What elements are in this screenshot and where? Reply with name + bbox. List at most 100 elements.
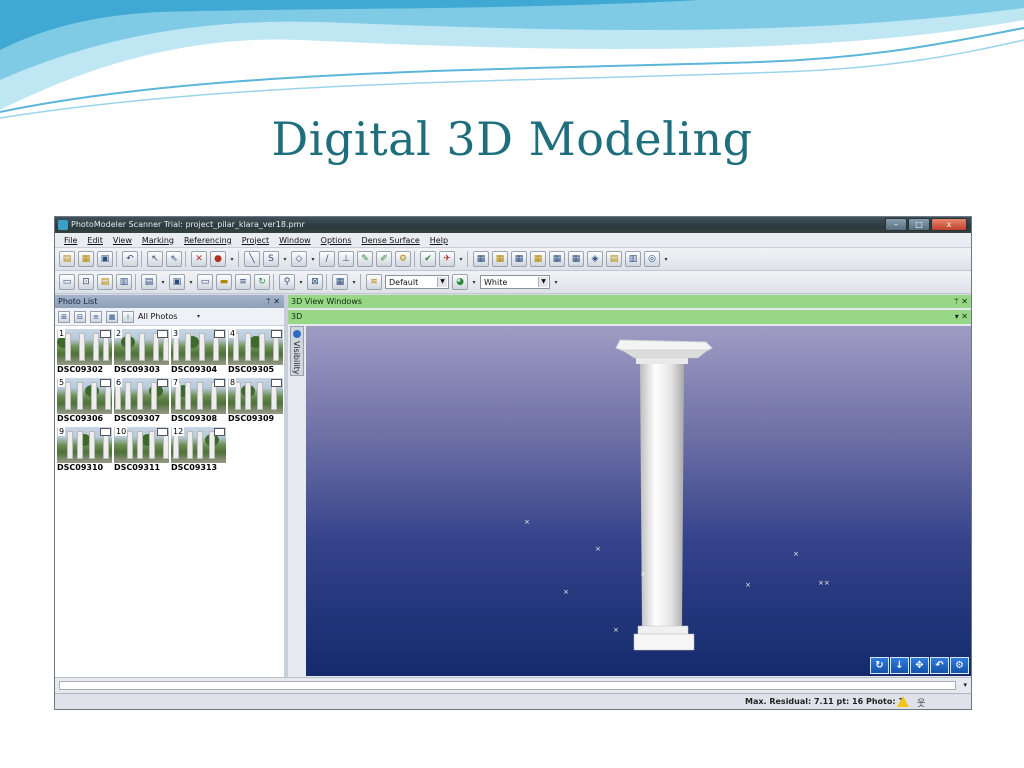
photo-filter-icon[interactable]: ⁞ bbox=[122, 310, 134, 323]
properties-icon[interactable]: ▥ bbox=[116, 274, 132, 290]
menu-view[interactable]: View bbox=[113, 236, 132, 245]
photo-thumbnail[interactable]: 2 DSC09303 bbox=[114, 329, 169, 375]
table-photos-icon[interactable]: ▦ bbox=[511, 251, 527, 267]
new-window-icon[interactable]: ▣ bbox=[169, 274, 185, 290]
menu-window[interactable]: Window bbox=[279, 236, 311, 245]
photo-add-icon[interactable]: ⊞ bbox=[58, 310, 70, 323]
camera-settings-icon[interactable]: ◎ bbox=[644, 251, 660, 267]
new-window-dropdown-icon[interactable]: ▾ bbox=[188, 279, 194, 286]
curve-mode-dropdown-icon[interactable]: ▾ bbox=[282, 256, 288, 263]
open-3d-view-dropdown-icon[interactable]: ▾ bbox=[160, 279, 166, 286]
new-project-icon[interactable]: ▤ bbox=[59, 251, 75, 267]
table-lines-icon[interactable]: ▦ bbox=[492, 251, 508, 267]
menu-marking[interactable]: Marking bbox=[142, 236, 174, 245]
pin-close-icon[interactable]: ᛘ ✕ bbox=[954, 295, 968, 308]
menu-edit[interactable]: Edit bbox=[87, 236, 103, 245]
preset-select[interactable]: Default ▼ bbox=[385, 275, 449, 289]
zoom-photo-icon[interactable]: ⊡ bbox=[78, 274, 94, 290]
reference-icon[interactable]: ✎ bbox=[357, 251, 373, 267]
rotate-icon[interactable]: ↻ bbox=[870, 657, 889, 674]
chevron-down-icon[interactable]: ▾ bbox=[963, 681, 967, 689]
background-color-dropdown-icon[interactable]: ▾ bbox=[471, 279, 477, 286]
chevron-down-icon[interactable]: ▾ bbox=[195, 313, 201, 320]
3d-view-tab[interactable]: 3D ▾ ✕ bbox=[288, 310, 971, 324]
photo-list-icon[interactable]: ≡ bbox=[90, 310, 102, 323]
photo-thumbnail[interactable]: 6 DSC09307 bbox=[114, 378, 169, 424]
camera-settings-dropdown-icon[interactable]: ▾ bbox=[663, 256, 669, 263]
run-icon[interactable]: ✈ bbox=[439, 251, 455, 267]
verify-icon[interactable]: ✔ bbox=[420, 251, 436, 267]
menu-options[interactable]: Options bbox=[321, 236, 352, 245]
photo-view-icon[interactable]: ▭ bbox=[59, 274, 75, 290]
photo-thumbnail[interactable]: 1 DSC09302 bbox=[57, 329, 112, 375]
move-down-icon[interactable]: ↓ bbox=[890, 657, 909, 674]
menu-help[interactable]: Help bbox=[430, 236, 448, 245]
edge-mode-icon[interactable]: ∕ bbox=[319, 251, 335, 267]
table-cameras-icon[interactable]: ▦ bbox=[530, 251, 546, 267]
photo-thumbnail[interactable]: 3 DSC09304 bbox=[171, 329, 226, 375]
process-icon[interactable]: ⚙ bbox=[395, 251, 411, 267]
curve-mode-icon[interactable]: S bbox=[263, 251, 279, 267]
table-shapes-icon[interactable]: ◈ bbox=[587, 251, 603, 267]
auto-reference-icon[interactable]: ✐ bbox=[376, 251, 392, 267]
photo-table-icon[interactable]: ▤ bbox=[97, 274, 113, 290]
select-tool-icon[interactable]: ↖ bbox=[147, 251, 163, 267]
menu-project[interactable]: Project bbox=[242, 236, 269, 245]
open-3d-view-icon[interactable]: ▤ bbox=[141, 274, 157, 290]
minimize-button[interactable]: – bbox=[885, 218, 907, 231]
point-mode-icon[interactable]: ● bbox=[210, 251, 226, 267]
photo-thumbnail[interactable]: 12 DSC09313 bbox=[171, 427, 226, 473]
menu-dense-surface[interactable]: Dense Surface bbox=[362, 236, 420, 245]
line-mode-icon[interactable]: ╲ bbox=[244, 251, 260, 267]
table-surfaces-icon[interactable]: ▦ bbox=[549, 251, 565, 267]
maximize-button[interactable]: □ bbox=[908, 218, 930, 231]
background-color-icon[interactable]: ◕ bbox=[452, 274, 468, 290]
photo-thumbnail[interactable]: 7 DSC09308 bbox=[171, 378, 226, 424]
surface-mode-dropdown-icon[interactable]: ▾ bbox=[310, 256, 316, 263]
undo-view-icon[interactable]: ↶ bbox=[930, 657, 949, 674]
zoom-fit-icon[interactable]: ⊠ bbox=[307, 274, 323, 290]
photo-thumbnail[interactable]: 8 DSC09309 bbox=[228, 378, 283, 424]
photo-filter-select[interactable]: All Photos bbox=[138, 312, 177, 321]
surface-mode-icon[interactable]: ◇ bbox=[291, 251, 307, 267]
photo-thumbnail[interactable]: 4 DSC09305 bbox=[228, 329, 283, 375]
cylinder-mode-icon[interactable]: ⊥ bbox=[338, 251, 354, 267]
person-icon[interactable]: 웃 bbox=[917, 696, 925, 709]
preset-icon[interactable]: ≋ bbox=[366, 274, 382, 290]
pin-close-icon[interactable]: ᛘ ✕ bbox=[266, 295, 280, 308]
select-add-icon[interactable]: ⇖ bbox=[166, 251, 182, 267]
run-dropdown-icon[interactable]: ▾ bbox=[458, 256, 464, 263]
toolbar-overflow-icon[interactable]: ▾ bbox=[553, 279, 559, 286]
pan-icon[interactable]: ✥ bbox=[910, 657, 929, 674]
list-icon[interactable]: ≡ bbox=[235, 274, 251, 290]
layers-icon[interactable]: ▥ bbox=[625, 251, 641, 267]
save-icon[interactable]: ▣ bbox=[97, 251, 113, 267]
dropdown-close-icon[interactable]: ▾ ✕ bbox=[955, 310, 968, 324]
view-settings-icon[interactable]: ⚙ bbox=[950, 657, 969, 674]
visibility-side-tab[interactable]: Visibility bbox=[290, 326, 304, 376]
table-points-icon[interactable]: ▦ bbox=[473, 251, 489, 267]
photo-thumbs-icon[interactable]: ▦ bbox=[106, 310, 118, 323]
measure-icon[interactable]: ▬ bbox=[216, 274, 232, 290]
grid-dropdown-icon[interactable]: ▾ bbox=[351, 279, 357, 286]
photo-thumbnail[interactable]: 10 DSC09311 bbox=[114, 427, 169, 473]
point-mode-dropdown-icon[interactable]: ▾ bbox=[229, 256, 235, 263]
grid-icon[interactable]: ▦ bbox=[332, 274, 348, 290]
menu-referencing[interactable]: Referencing bbox=[184, 236, 232, 245]
photo-thumbnail[interactable]: 5 DSC09306 bbox=[57, 378, 112, 424]
scrollbar-track[interactable] bbox=[59, 681, 956, 690]
undo-icon[interactable]: ↶ bbox=[122, 251, 138, 267]
close-button[interactable]: x bbox=[931, 218, 967, 231]
quality-icon[interactable]: ▤ bbox=[606, 251, 622, 267]
menu-file[interactable]: File bbox=[64, 236, 77, 245]
layout-icon[interactable]: ▭ bbox=[197, 274, 213, 290]
background-color-select[interactable]: White ▼ bbox=[480, 275, 550, 289]
photo-remove-icon[interactable]: ⊟ bbox=[74, 310, 86, 323]
export-icon[interactable]: ↻ bbox=[254, 274, 270, 290]
delete-mark-icon[interactable]: ✕ bbox=[191, 251, 207, 267]
zoom-dropdown-icon[interactable]: ▾ bbox=[298, 279, 304, 286]
zoom-icon[interactable]: ⚲ bbox=[279, 274, 295, 290]
photo-thumbnail[interactable]: 9 DSC09310 bbox=[57, 427, 112, 473]
horizontal-scrollbar[interactable]: ▾ bbox=[55, 677, 971, 694]
window-titlebar[interactable]: PhotoModeler Scanner Trial: project_pila… bbox=[55, 217, 971, 233]
